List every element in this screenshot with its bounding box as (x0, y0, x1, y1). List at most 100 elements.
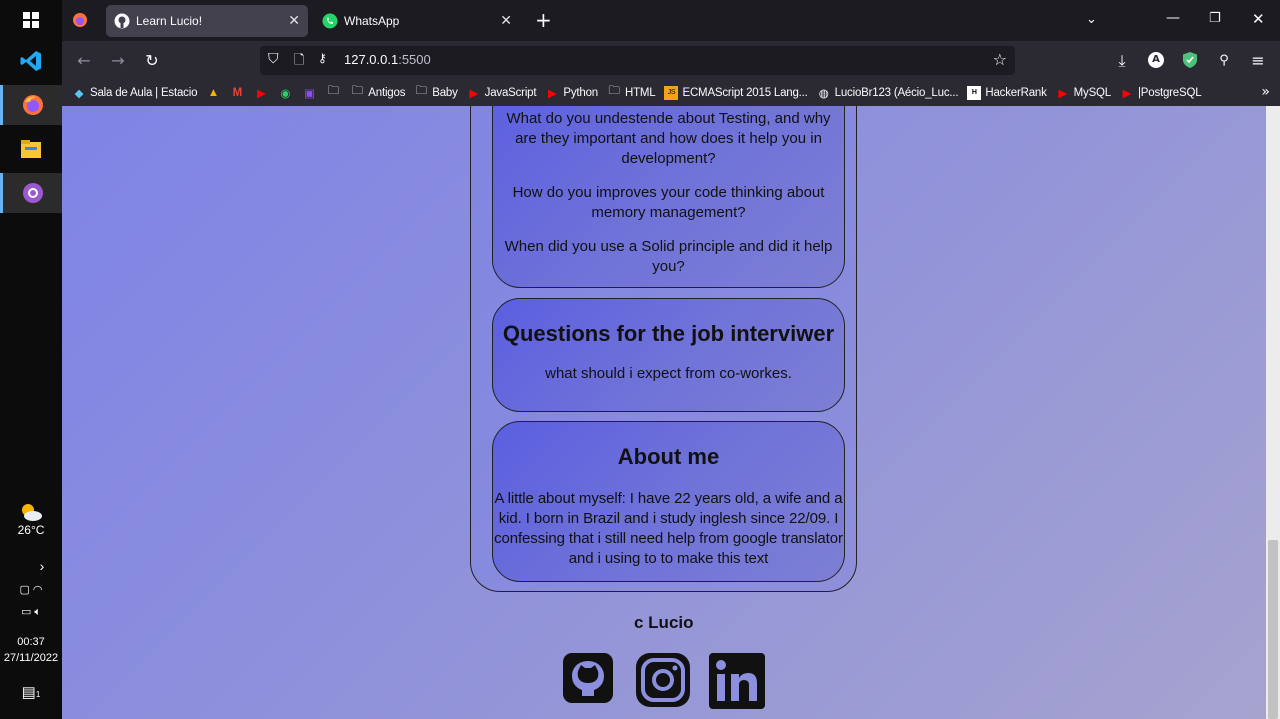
clock-time[interactable]: 00:37 (0, 636, 62, 648)
system-tray-icons[interactable]: ▢ ◠ (0, 583, 62, 596)
tracking-protection-shield-icon[interactable]: ⛉ (268, 51, 279, 67)
new-tab-icon[interactable]: + (535, 10, 552, 30)
bookmark-item[interactable]: JS ECMAScript 2015 Lang... (664, 85, 808, 100)
bookmark-label: Baby (432, 86, 458, 99)
folder-icon: 🗀︎ (351, 85, 364, 97)
windows-start-icon[interactable] (0, 0, 62, 40)
question-text: When did you use a Solid principle and d… (504, 238, 833, 275)
tab-learn-lucio[interactable]: Learn Lucio! ✕ (106, 5, 308, 37)
bookmark-item[interactable]: ▶ JavaScript (467, 86, 537, 100)
google-drive-bookmark[interactable]: ▲ (206, 86, 224, 100)
bookmark-item[interactable]: ▶ Python (545, 86, 598, 100)
question-text: What do you undestende about Testing, an… (506, 110, 831, 167)
adblock-shield-icon[interactable] (1182, 51, 1198, 73)
weather-temp: 26°C (17, 523, 45, 537)
hackerrank-icon: H (967, 85, 982, 100)
bookmark-label: Python (563, 86, 598, 99)
github-desktop-icon[interactable] (0, 173, 62, 213)
browser-chrome: Learn Lucio! ✕ WhatsApp ✕ + ⌄ — ❐ ✕ ← → … (62, 0, 1280, 106)
whatsapp-favicon-icon (322, 13, 338, 29)
url-host: 127.0.0.1 (344, 52, 399, 67)
clock-date[interactable]: 27/11/2022 (0, 652, 62, 664)
url-bar[interactable]: ⛉ 🗋︎ ⚷ 127.0.0.1:5500 ☆ (260, 46, 1015, 75)
url-port: :5500 (398, 52, 431, 67)
bookmark-label: |PostgreSQL (1137, 86, 1202, 99)
twitch-bookmark[interactable]: ▣ (302, 86, 320, 100)
instagram-icon (636, 653, 690, 707)
notification-center-icon[interactable]: ▤1 (0, 683, 62, 701)
windows-taskbar: 26°C › ▢ ◠ ▭ 🔈︎ 00:37 27/11/2022 ▤1 (0, 0, 62, 719)
bookmarks-toolbar: ◆ Sala de Aula | Estacio ▲ M ▶ ◉ ▣ 🗀︎ 🗀︎ A… (62, 79, 1280, 106)
notification-count: 1 (35, 690, 41, 699)
bookmark-item[interactable]: ◍ LucioBr123 (Aécio_Luc... (817, 86, 959, 100)
downloads-icon[interactable]: ⤓ (1112, 51, 1132, 71)
hamburger-menu-icon[interactable]: ≡ (1248, 51, 1268, 71)
minimize-window-icon[interactable]: — (1166, 10, 1180, 26)
scrollbar-thumb[interactable] (1268, 540, 1278, 719)
gmail-icon: M (232, 86, 243, 99)
bookmark-label: JavaScript (484, 86, 537, 99)
close-window-icon[interactable]: ✕ (1252, 10, 1265, 28)
bookmark-item[interactable]: H HackerRank (967, 85, 1047, 100)
more-bookmarks-chevron-icon[interactable]: » (1261, 84, 1270, 100)
github-icon: ◍ (818, 87, 829, 100)
questions-card: What do you undestende about Testing, an… (492, 106, 845, 288)
card-text: what should i expect from co-workes. (545, 365, 792, 382)
card-title: Questions for the job interviwer (502, 321, 835, 346)
back-icon[interactable]: ← (74, 51, 94, 71)
estacio-icon: ◆ (74, 87, 84, 100)
bookmark-item[interactable]: ◆ Sala de Aula | Estacio (72, 86, 198, 100)
close-tab-icon[interactable]: ✕ (500, 12, 512, 29)
google-drive-icon: ▲ (207, 86, 219, 99)
card-title: About me (617, 444, 720, 469)
interviewer-questions-card: Questions for the job interviwer what sh… (492, 298, 845, 412)
bookmark-item[interactable]: ▶ |PostgreSQL (1120, 86, 1202, 100)
chevron-right-icon[interactable]: › (0, 558, 62, 574)
bookmark-label: Sala de Aula | Estacio (90, 86, 198, 99)
bookmark-folder[interactable]: 🗀︎ HTML (607, 85, 656, 100)
file-explorer-icon[interactable] (0, 129, 62, 169)
github-link[interactable] (562, 652, 614, 704)
instagram-link[interactable] (635, 652, 691, 708)
about-me-card: About me A little about myself: I have 2… (492, 421, 845, 582)
permissions-icon[interactable]: ⚷ (318, 51, 327, 65)
tab-whatsapp[interactable]: WhatsApp ✕ (314, 5, 520, 37)
bookmark-label: Antigos (368, 86, 406, 99)
page-info-icon[interactable]: 🗋︎ (294, 51, 304, 73)
account-avatar-icon[interactable]: A (1148, 52, 1164, 68)
forward-icon[interactable]: → (108, 51, 128, 71)
card-text: A little about myself: I have 22 years o… (494, 490, 843, 567)
bookmark-item[interactable]: ▶ MySQL (1056, 86, 1111, 100)
youtube-bookmark[interactable]: ▶ (254, 86, 272, 100)
list-all-tabs-icon[interactable]: ⌄ (1086, 12, 1097, 27)
twitch-icon: ▣ (303, 87, 315, 100)
vscode-icon[interactable] (0, 41, 62, 81)
gmail-bookmark[interactable]: M (230, 86, 248, 100)
folder-icon: 🗀︎ (608, 85, 620, 97)
extensions-icon[interactable]: ⚲ (1214, 51, 1234, 71)
bookmark-label: HTML (624, 86, 656, 99)
bookmark-folder[interactable]: 🗀︎ Baby (414, 85, 458, 100)
linkedin-link[interactable] (708, 652, 766, 710)
footer-copyright: c Lucio (634, 613, 694, 632)
ecmascript-icon: JS (664, 85, 679, 100)
firefox-taskbar-icon[interactable] (0, 85, 62, 125)
tab-title: Learn Lucio! (136, 14, 203, 28)
youtube-icon: ▶ (469, 87, 478, 100)
folder-bookmark[interactable]: 🗀︎ (326, 85, 344, 100)
whatsapp-bookmark[interactable]: ◉ (278, 86, 296, 100)
bookmark-star-icon[interactable]: ☆ (993, 50, 1007, 69)
youtube-icon: ▶ (1058, 87, 1067, 100)
reload-icon[interactable]: ↻ (142, 51, 162, 71)
youtube-icon: ▶ (1122, 87, 1132, 100)
question-text: How do you improves your code thinking a… (512, 184, 825, 221)
folder-icon: 🗀︎ (327, 85, 340, 97)
firefox-view-icon[interactable] (72, 12, 88, 28)
bookmark-folder[interactable]: 🗀︎ Antigos (350, 85, 406, 100)
battery-volume-icons[interactable]: ▭ 🔈︎ (0, 605, 62, 619)
close-tab-icon[interactable]: ✕ (288, 12, 300, 29)
restore-window-icon[interactable]: ❐ (1209, 11, 1221, 26)
url-text[interactable]: 127.0.0.1:5500 (344, 52, 431, 67)
whatsapp-icon: ◉ (280, 87, 291, 100)
tab-bar: Learn Lucio! ✕ WhatsApp ✕ + ⌄ — ❐ ✕ (62, 0, 1280, 41)
